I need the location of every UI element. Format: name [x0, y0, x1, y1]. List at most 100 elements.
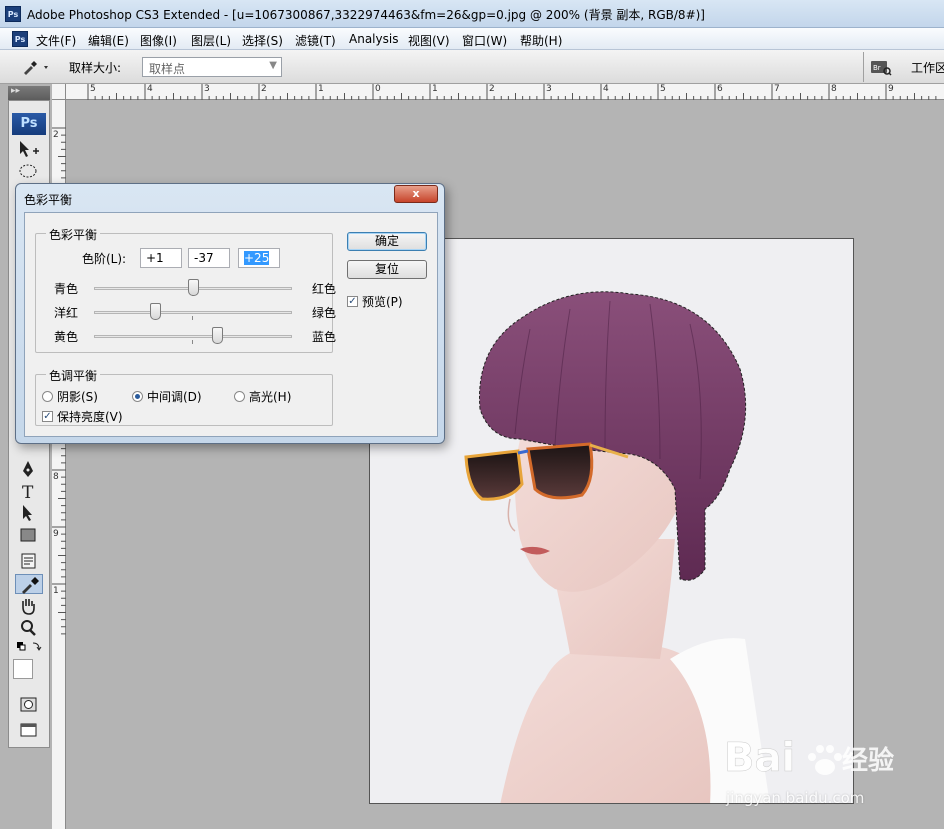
menu-analysis[interactable]: Analysis: [349, 32, 398, 46]
ruler-label: 9: [53, 529, 59, 539]
menu-file[interactable]: 文件(F): [36, 32, 76, 49]
eyedropper-tool-icon[interactable]: [15, 574, 43, 594]
level-yellow-blue-input[interactable]: +25: [238, 248, 280, 268]
slider-center-mark: [192, 340, 193, 344]
slider-center-mark: [192, 316, 193, 320]
level-cyan-red-input[interactable]: +1: [140, 248, 182, 268]
slider-track[interactable]: [94, 311, 292, 314]
cyan-red-slider-thumb[interactable]: [188, 279, 199, 296]
shadows-radio[interactable]: 阴影(S): [42, 388, 98, 405]
foreground-color-swatch[interactable]: [13, 659, 33, 679]
ruler-label: 7: [774, 84, 780, 94]
level-magenta-green-input[interactable]: -37: [188, 248, 230, 268]
menu-select[interactable]: 选择(S): [242, 32, 283, 49]
watermark-brand: Bai: [724, 735, 795, 781]
ruler-label: 1: [318, 84, 324, 94]
paw-icon: [808, 745, 842, 775]
screen-mode-icon[interactable]: [15, 720, 43, 740]
svg-text:T: T: [22, 483, 34, 501]
magenta-green-slider: 洋红 绿色: [36, 302, 336, 322]
menu-filter[interactable]: 滤镜(T): [295, 32, 336, 49]
menu-view[interactable]: 视图(V): [408, 32, 450, 49]
baidu-watermark: Bai 经验: [724, 727, 894, 790]
checkmark-icon[interactable]: ✓: [42, 411, 53, 422]
photoshop-logo[interactable]: Ps: [12, 113, 46, 135]
tone-balance-group: 色调平衡 阴影(S) 中间调(D) 高光(H) ✓ 保持亮度(V): [35, 367, 333, 426]
notes-tool-icon[interactable]: [15, 551, 43, 571]
ruler-label: 1: [432, 84, 438, 94]
ruler-label: 8: [53, 472, 59, 482]
checkmark-icon[interactable]: ✓: [347, 296, 358, 307]
bridge-icon[interactable]: Br: [870, 58, 892, 76]
cyan-label: 青色: [54, 282, 79, 296]
radio-dot[interactable]: [42, 391, 53, 402]
ruler-label: 1: [53, 586, 59, 596]
ruler-origin[interactable]: [52, 84, 66, 100]
ruler-label: 5: [660, 84, 666, 94]
reset-button[interactable]: 复位: [347, 260, 427, 279]
red-label: 红色: [311, 282, 336, 296]
highlights-radio[interactable]: 高光(H): [234, 388, 291, 405]
magenta-green-slider-thumb[interactable]: [150, 303, 161, 320]
sample-size-select[interactable]: 取样点 ▼: [142, 57, 282, 77]
app-icon: Ps: [5, 6, 21, 22]
ruler-label: 2: [53, 130, 59, 140]
ok-button[interactable]: 确定: [347, 232, 427, 251]
yellow-blue-slider-thumb[interactable]: [212, 327, 223, 344]
sample-size-label: 取样大小:: [69, 61, 122, 75]
ruler-label: 6: [717, 84, 723, 94]
chevron-down-icon: ▼: [269, 60, 277, 71]
path-selection-tool-icon[interactable]: [15, 503, 43, 523]
menu-window[interactable]: 窗口(W): [462, 32, 507, 49]
levels-label: 色阶(L):: [82, 252, 127, 266]
toolbox-header[interactable]: ▸▸: [8, 86, 50, 100]
ruler-label: 4: [147, 84, 153, 94]
ruler-label: 4: [603, 84, 609, 94]
color-balance-group: 色彩平衡 色阶(L): +1 -37 +25 青色 红色 洋红 绿色 黄色 蓝色: [35, 226, 336, 353]
menu-layer[interactable]: 图层(L): [191, 32, 231, 49]
sample-size-value: 取样点: [149, 62, 186, 76]
options-bar: 取样大小: 取样点 ▼ Br 工作区: [0, 50, 944, 84]
type-tool-icon[interactable]: T: [15, 481, 43, 501]
magenta-label: 洋红: [54, 306, 79, 320]
shape-tool-icon[interactable]: [15, 525, 43, 545]
preview-checkbox[interactable]: ✓ 预览(P): [347, 293, 403, 310]
ruler-label: 9: [888, 84, 894, 94]
ruler-label: 3: [546, 84, 552, 94]
menu-bar: Ps 文件(F) 编辑(E) 图像(I) 图层(L) 选择(S) 滤镜(T) A…: [0, 28, 944, 50]
midtones-radio[interactable]: 中间调(D): [132, 388, 202, 405]
dialog-title: 色彩平衡: [24, 193, 73, 207]
dialog-body: 色彩平衡 色阶(L): +1 -37 +25 青色 红色 洋红 绿色 黄色 蓝色…: [24, 212, 438, 437]
marquee-tool-icon[interactable]: [15, 161, 43, 181]
default-colors-icon[interactable]: [15, 640, 43, 660]
eyedropper-tool-preset-icon[interactable]: [20, 58, 50, 76]
preserve-luminosity-checkbox[interactable]: ✓ 保持亮度(V): [42, 408, 123, 425]
ruler-label: 2: [261, 84, 267, 94]
yellow-label: 黄色: [54, 330, 79, 344]
menu-edit[interactable]: 编辑(E): [88, 32, 129, 49]
document-icon[interactable]: Ps: [12, 31, 28, 47]
radio-dot[interactable]: [234, 391, 245, 402]
workspace-button[interactable]: 工作区: [911, 59, 944, 76]
pen-tool-icon[interactable]: [15, 459, 43, 479]
close-icon[interactable]: x: [394, 185, 438, 203]
menu-help[interactable]: 帮助(H): [520, 32, 562, 49]
title-bar: Ps Adobe Photoshop CS3 Extended - [u=106…: [0, 0, 944, 28]
ruler-label: 0: [375, 84, 381, 94]
horizontal-ruler[interactable]: 5 4 3 2 1 0 1 2 3 4 5 6 7 8 9: [66, 84, 944, 100]
zoom-tool-icon[interactable]: [15, 618, 43, 638]
menu-image[interactable]: 图像(I): [140, 32, 177, 49]
watermark-brand-suffix: 经验: [842, 745, 894, 776]
radio-dot-selected[interactable]: [132, 391, 143, 402]
color-balance-dialog: 色彩平衡 x 色彩平衡 色阶(L): +1 -37 +25 青色 红色 洋红 绿…: [15, 183, 445, 444]
color-balance-group-label: 色彩平衡: [46, 226, 101, 243]
window-title: Adobe Photoshop CS3 Extended - [u=106730…: [27, 8, 705, 22]
tone-balance-group-label: 色调平衡: [46, 367, 101, 384]
cyan-red-slider: 青色 红色: [36, 278, 336, 298]
quick-mask-icon[interactable]: [15, 695, 43, 715]
slider-track[interactable]: [94, 335, 292, 338]
collapse-icon[interactable]: ▸▸: [11, 86, 20, 96]
hand-tool-icon[interactable]: [15, 596, 43, 616]
move-tool-icon[interactable]: [15, 139, 43, 159]
ruler-label: 2: [489, 84, 495, 94]
